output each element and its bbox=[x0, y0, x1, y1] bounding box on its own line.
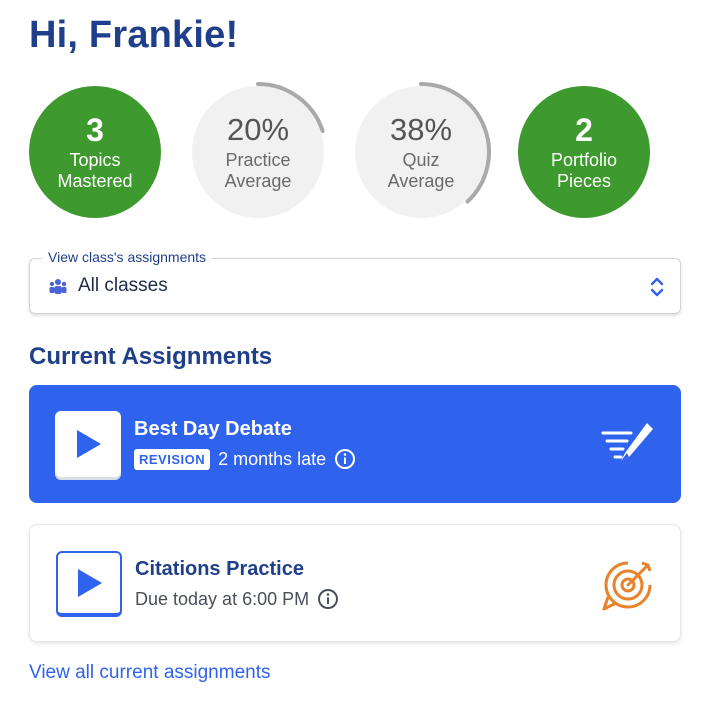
chevron-up-down-icon bbox=[650, 277, 664, 297]
assignment-card-citations-practice[interactable]: Citations Practice Due today at 6:00 PM bbox=[29, 524, 681, 642]
greeting-title: Hi, Frankie! bbox=[29, 14, 239, 56]
stat-quiz-average[interactable]: 38% Quiz Average bbox=[355, 82, 491, 218]
assignment-title: Citations Practice bbox=[135, 558, 304, 580]
assignment-due-text: Due today at 6:00 PM bbox=[135, 588, 310, 609]
class-select-value: All classes bbox=[78, 275, 168, 296]
stat-label: Quiz Average bbox=[387, 150, 455, 191]
assignment-status: Due today at 6:00 PM bbox=[135, 588, 339, 610]
stat-value: 38% bbox=[389, 112, 453, 147]
stat-value: 2 bbox=[575, 112, 593, 148]
play-tile bbox=[55, 411, 121, 477]
revision-badge: REVISION bbox=[134, 448, 211, 470]
writing-icon bbox=[601, 423, 653, 461]
assignment-card-best-day-debate[interactable]: Best Day Debate REVISION 2 months late bbox=[29, 385, 681, 503]
stat-label: Practice Average bbox=[224, 150, 292, 191]
class-select[interactable]: View class's assignments All classes bbox=[29, 249, 681, 314]
stats-row: 3 Topics Mastered 20% Practice Average 38%… bbox=[29, 82, 669, 222]
info-icon[interactable] bbox=[334, 448, 356, 470]
stat-portfolio-pieces[interactable]: 2 Portfolio Pieces bbox=[518, 86, 650, 218]
assignment-title: Best Day Debate bbox=[134, 418, 292, 440]
view-all-assignments-link[interactable]: View all current assignments bbox=[29, 662, 270, 684]
section-title-current-assignments: Current Assignments bbox=[29, 343, 273, 370]
student-dashboard: Hi, Frankie! 3 Topics Mastered 20% Practi… bbox=[0, 0, 720, 718]
stat-topics-mastered[interactable]: 3 Topics Mastered bbox=[29, 86, 161, 218]
play-icon bbox=[77, 430, 101, 458]
stat-practice-average[interactable]: 20% Practice Average bbox=[192, 82, 325, 218]
target-icon bbox=[602, 561, 652, 611]
stat-label: Portfolio Pieces bbox=[550, 150, 618, 191]
info-icon[interactable] bbox=[317, 588, 339, 610]
play-icon bbox=[78, 569, 102, 597]
assignment-status: REVISION 2 months late bbox=[134, 448, 356, 470]
stat-value: 3 bbox=[86, 112, 104, 148]
stat-label: Topics Mastered bbox=[57, 150, 133, 191]
assignment-due-text: 2 months late bbox=[218, 448, 327, 469]
group-icon bbox=[49, 279, 67, 294]
class-select-label: View class's assignments bbox=[42, 249, 213, 265]
play-tile bbox=[56, 551, 122, 617]
stat-value: 20% bbox=[226, 112, 290, 147]
